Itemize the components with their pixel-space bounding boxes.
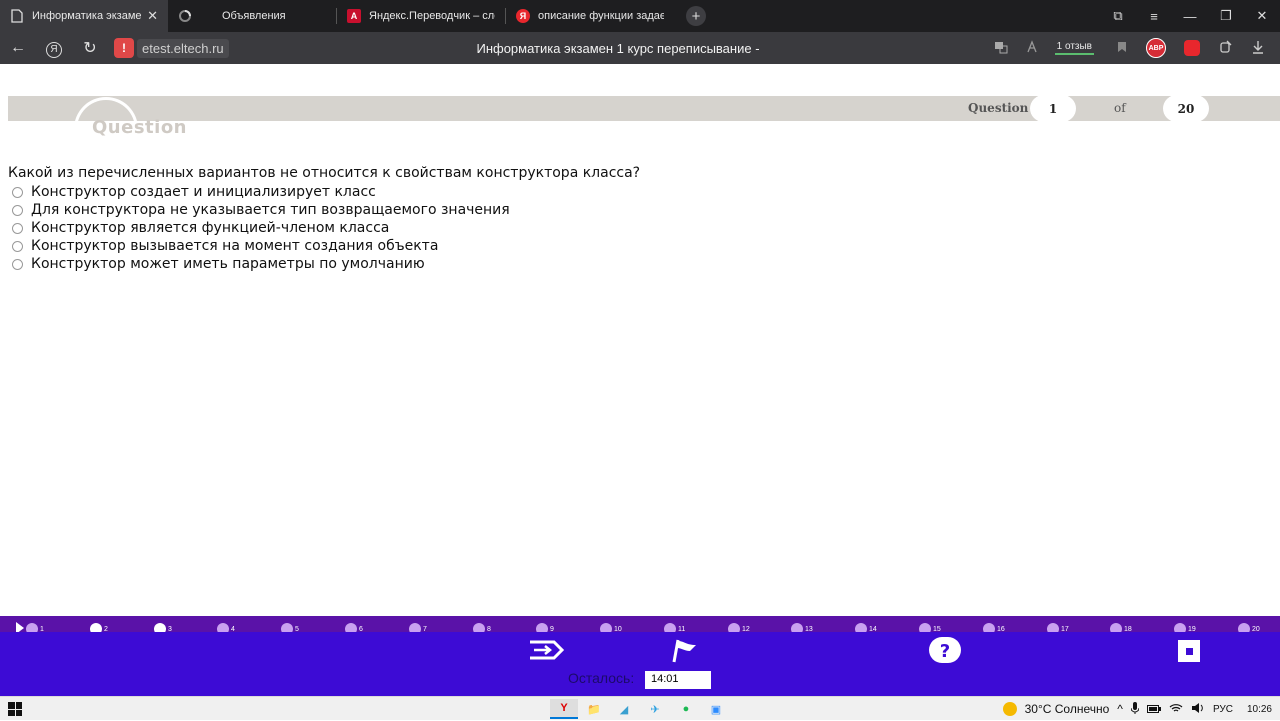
windows-taskbar: Y 📁 ◢ ✈ ● ▣ 30°C Солнечно ^ РУС 10:26 [0,696,1280,720]
stop-button[interactable] [1178,640,1200,662]
answer-option[interactable]: Конструктор создает и инициализирует кла… [12,183,510,201]
volume-icon[interactable] [1191,702,1205,716]
of-label: of [1114,101,1126,115]
answer-label: Для конструктора не указывается тип возв… [31,202,510,218]
answer-option[interactable]: Конструктор вызывается на момент создани… [12,237,510,255]
tab-obyavleniya[interactable]: Объявления [168,0,336,32]
translate-icon: A [347,9,361,23]
answer-option[interactable]: Для конструктора не указывается тип возв… [12,201,510,219]
question-logo: Question [92,117,187,138]
close-tab-icon[interactable]: ✕ [147,8,158,24]
reload-button[interactable]: ↻ [72,38,108,58]
tab-title: Яндекс.Переводчик – сло [369,10,495,22]
clock[interactable]: 10:26 [1247,704,1272,715]
help-icon: ? [929,637,961,663]
quiz-control-bar: ? Осталось: 14:01 [0,632,1280,696]
answer-label: Конструктор вызывается на момент создани… [31,238,439,254]
help-button[interactable]: ? [928,636,962,664]
back-button[interactable]: ← [0,39,36,57]
yandex-home-button[interactable]: Я [36,39,72,58]
url-field[interactable]: etest.eltech.ru [137,38,229,58]
question-text: Какой из перечисленных вариантов не отно… [8,165,641,181]
menu-icon[interactable]: ≡ [1136,9,1172,24]
weather-sun-icon [1002,702,1017,716]
system-tray: 30°C Солнечно ^ РУС 10:26 [995,697,1272,721]
translate-page-icon[interactable] [985,40,1017,57]
tab-informatika[interactable]: Информатика экзамен ✕ [0,0,168,32]
question-navigation-track: 1 2 3 4 5 6 7 8 9 10 11 12 13 14 15 16 17 18 19 20 [0,616,1280,635]
answer-label: Конструктор создает и инициализирует кла… [31,184,376,200]
address-bar: ← Я ↻ ! etest.eltech.ru Информатика экза… [0,32,1280,64]
telegram-icon[interactable]: ✈ [641,699,669,719]
extensions-icon[interactable] [1210,40,1242,57]
browser-tab-strip: Информатика экзамен ✕ Объявления A Яндек… [0,0,1280,32]
tab-title: описание функции задае [538,10,664,22]
collections-icon[interactable]: ⧉ [1100,8,1136,24]
site-info[interactable]: ! etest.eltech.ru [114,38,229,58]
next-question-button[interactable] [528,638,564,662]
reviews-badge[interactable]: 1 отзыв [1054,41,1094,55]
answer-label: Конструктор является функцией-членом кла… [31,220,390,236]
new-tab-button[interactable]: + [686,6,706,26]
remaining-time-value: 14:01 [645,671,711,689]
close-window-button[interactable]: ✕ [1244,8,1280,24]
reader-mode-icon[interactable] [1017,39,1049,57]
tab-title: Информатика экзамен [32,10,142,22]
stop-icon [1185,647,1193,655]
remaining-time-label: Осталось: [568,670,635,686]
zoom-icon[interactable]: ▣ [702,699,730,719]
quiz-page: Question Question 1 of 20 Какой из переч… [0,64,1280,616]
download-icon[interactable] [1242,40,1274,57]
current-question-number: 1 [1030,95,1076,122]
window-controls: ⧉ ≡ — ❐ ✕ [1100,0,1280,32]
yandex-icon: Я [46,41,62,58]
yandex-icon: Я [516,9,530,23]
weather-text[interactable]: 30°C Солнечно [1025,702,1110,716]
total-questions: 20 [1163,95,1209,122]
finish-flag-button[interactable] [670,638,700,664]
app-icon[interactable]: ◢ [610,699,638,719]
file-explorer-icon[interactable]: 📁 [580,699,608,719]
answer-label: Конструктор может иметь параметры по умо… [31,256,425,272]
next-arrow-icon [530,640,564,660]
language-indicator[interactable]: РУС [1213,704,1233,715]
radio-button[interactable] [12,204,23,216]
radio-button[interactable] [12,186,23,198]
radio-button[interactable] [12,222,23,234]
question-label: Question [968,101,1029,115]
answer-list: Конструктор создает и инициализирует кла… [12,183,510,273]
answer-option[interactable]: Конструктор является функцией-членом кла… [12,219,510,237]
bookmark-icon[interactable] [1106,41,1138,56]
question-header-band [8,96,1280,121]
warning-icon: ! [114,38,134,58]
tab-function-description[interactable]: Я описание функции задае [506,0,674,32]
wifi-icon[interactable] [1169,702,1183,716]
svg-text:?: ? [940,641,950,662]
answer-option[interactable]: Конструктор может иметь параметры по умо… [12,255,510,273]
battery-icon[interactable] [1146,702,1161,716]
browser-toolbar: 1 отзыв ABP [985,32,1274,64]
chevron-up-icon[interactable]: ^ [1117,702,1123,716]
windows-start-icon[interactable] [8,702,22,716]
microphone-icon[interactable] [1130,701,1140,717]
minimize-button[interactable]: — [1172,9,1208,24]
flag-icon [672,639,696,663]
tab-translator[interactable]: A Яндекс.Переводчик – сло [337,0,505,32]
radio-button[interactable] [12,258,23,270]
spinner-icon [178,9,192,23]
yandex-browser-app[interactable]: Y [550,699,578,719]
document-icon [10,9,24,23]
adblock-icon[interactable]: ABP [1146,38,1166,58]
protect-icon[interactable] [1184,40,1200,56]
spotify-icon[interactable]: ● [672,699,700,719]
maximize-button[interactable]: ❐ [1208,8,1244,24]
tab-title: Объявления [222,10,286,22]
radio-button[interactable] [12,240,23,252]
